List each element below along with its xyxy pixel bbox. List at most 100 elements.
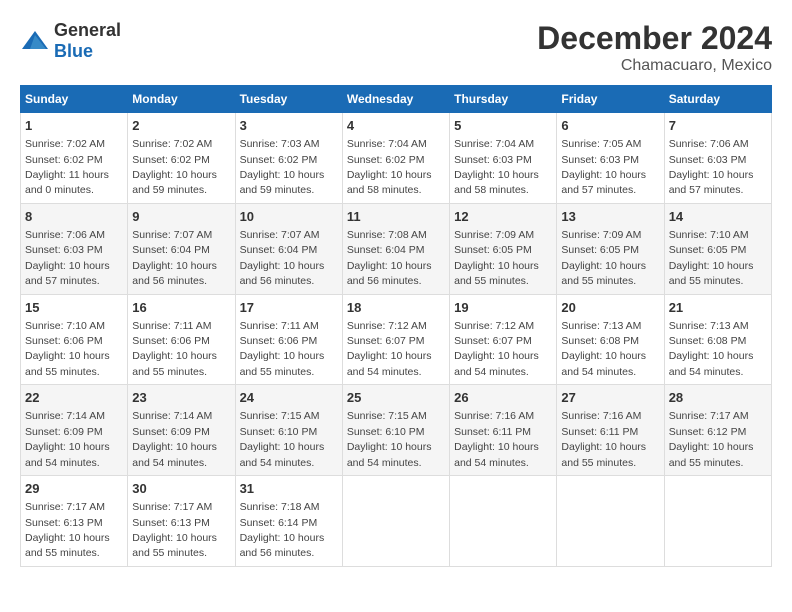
title-section: December 2024 Chamacuaro, Mexico [537, 20, 772, 75]
day-cell: 11Sunrise: 7:08 AM Sunset: 6:04 PM Dayli… [342, 203, 449, 294]
week-row-3: 15 Sunrise: 7:10 AM Sunset: 6:06 PM Dayli… [21, 294, 772, 385]
day-info: Sunrise: 7:15 AM Sunset: 6:10 PM Dayligh… [240, 410, 325, 468]
day-number: 20 [561, 299, 659, 317]
day-info: Sunrise: 7:10 AM Sunset: 6:06 PM Dayligh… [25, 320, 110, 378]
day-number: 3 [240, 117, 338, 135]
day-number: 15 [25, 299, 123, 317]
day-number: 12 [454, 208, 552, 226]
day-info: Sunrise: 7:18 AM Sunset: 6:14 PM Dayligh… [240, 501, 325, 559]
day-info: Sunrise: 7:03 AM Sunset: 6:02 PM Dayligh… [240, 138, 325, 196]
day-info: Sunrise: 7:17 AM Sunset: 6:13 PM Dayligh… [25, 501, 110, 559]
day-info: Sunrise: 7:12 AM Sunset: 6:07 PM Dayligh… [347, 320, 432, 378]
week-row-2: 8 Sunrise: 7:06 AM Sunset: 6:03 PM Daylig… [21, 203, 772, 294]
day-cell [557, 476, 664, 567]
day-number: 23 [132, 389, 230, 407]
calendar-title: December 2024 [537, 20, 772, 57]
day-number: 10 [240, 208, 338, 226]
calendar-header: SundayMondayTuesdayWednesdayThursdayFrid… [21, 86, 772, 113]
day-info: Sunrise: 7:05 AM Sunset: 6:03 PM Dayligh… [561, 138, 646, 196]
day-number: 25 [347, 389, 445, 407]
day-info: Sunrise: 7:06 AM Sunset: 6:03 PM Dayligh… [669, 138, 754, 196]
day-info: Sunrise: 7:13 AM Sunset: 6:08 PM Dayligh… [669, 320, 754, 378]
header-day-saturday: Saturday [664, 86, 771, 113]
day-cell: 22 Sunrise: 7:14 AM Sunset: 6:09 PM Dayli… [21, 385, 128, 476]
day-cell [664, 476, 771, 567]
day-number: 30 [132, 480, 230, 498]
header-day-wednesday: Wednesday [342, 86, 449, 113]
page-header: General Blue December 2024 Chamacuaro, M… [20, 20, 772, 75]
day-info: Sunrise: 7:10 AM Sunset: 6:05 PM Dayligh… [669, 229, 754, 287]
day-number: 8 [25, 208, 123, 226]
day-cell: 9Sunrise: 7:07 AM Sunset: 6:04 PM Daylig… [128, 203, 235, 294]
day-cell: 6 Sunrise: 7:05 AM Sunset: 6:03 PM Daylig… [557, 113, 664, 204]
week-row-1: 1 Sunrise: 7:02 AM Sunset: 6:02 PM Daylig… [21, 113, 772, 204]
day-info: Sunrise: 7:14 AM Sunset: 6:09 PM Dayligh… [132, 410, 217, 468]
day-info: Sunrise: 7:15 AM Sunset: 6:10 PM Dayligh… [347, 410, 432, 468]
day-info: Sunrise: 7:02 AM Sunset: 6:02 PM Dayligh… [25, 138, 109, 196]
week-row-5: 29 Sunrise: 7:17 AM Sunset: 6:13 PM Dayli… [21, 476, 772, 567]
day-cell: 26 Sunrise: 7:16 AM Sunset: 6:11 PM Dayli… [450, 385, 557, 476]
day-info: Sunrise: 7:02 AM Sunset: 6:02 PM Dayligh… [132, 138, 217, 196]
day-cell: 13 Sunrise: 7:09 AM Sunset: 6:05 PM Dayli… [557, 203, 664, 294]
day-info: Sunrise: 7:04 AM Sunset: 6:03 PM Dayligh… [454, 138, 539, 196]
day-cell: 30 Sunrise: 7:17 AM Sunset: 6:13 PM Dayli… [128, 476, 235, 567]
day-info: Sunrise: 7:16 AM Sunset: 6:11 PM Dayligh… [454, 410, 539, 468]
day-number: 17 [240, 299, 338, 317]
day-number: 6 [561, 117, 659, 135]
logo-general: General [54, 20, 121, 40]
day-cell: 12 Sunrise: 7:09 AM Sunset: 6:05 PM Dayli… [450, 203, 557, 294]
day-cell: 31 Sunrise: 7:18 AM Sunset: 6:14 PM Dayli… [235, 476, 342, 567]
logo: General Blue [20, 20, 121, 62]
day-number: 11 [347, 208, 445, 226]
calendar-body: 1 Sunrise: 7:02 AM Sunset: 6:02 PM Daylig… [21, 113, 772, 567]
day-info: Sunrise: 7:17 AM Sunset: 6:12 PM Dayligh… [669, 410, 754, 468]
day-cell: 17 Sunrise: 7:11 AM Sunset: 6:06 PM Dayli… [235, 294, 342, 385]
day-info: Sunrise: 7:09 AM Sunset: 6:05 PM Dayligh… [561, 229, 646, 287]
header-day-sunday: Sunday [21, 86, 128, 113]
day-info: Sunrise: 7:11 AM Sunset: 6:06 PM Dayligh… [240, 320, 325, 378]
day-number: 21 [669, 299, 767, 317]
day-number: 4 [347, 117, 445, 135]
day-info: Sunrise: 7:07 AM Sunset: 6:04 PM Dayligh… [240, 229, 325, 287]
day-info: Sunrise: 7:09 AM Sunset: 6:05 PM Dayligh… [454, 229, 539, 287]
day-cell: 24 Sunrise: 7:15 AM Sunset: 6:10 PM Dayli… [235, 385, 342, 476]
day-cell: 10 Sunrise: 7:07 AM Sunset: 6:04 PM Dayli… [235, 203, 342, 294]
day-cell: 1 Sunrise: 7:02 AM Sunset: 6:02 PM Daylig… [21, 113, 128, 204]
day-cell: 14 Sunrise: 7:10 AM Sunset: 6:05 PM Dayli… [664, 203, 771, 294]
day-info: Sunrise: 7:06 AM Sunset: 6:03 PM Dayligh… [25, 229, 110, 287]
day-cell: 19Sunrise: 7:12 AM Sunset: 6:07 PM Dayli… [450, 294, 557, 385]
header-day-tuesday: Tuesday [235, 86, 342, 113]
day-info: Sunrise: 7:14 AM Sunset: 6:09 PM Dayligh… [25, 410, 110, 468]
day-number: 9 [132, 208, 230, 226]
day-number: 29 [25, 480, 123, 498]
day-cell: 5Sunrise: 7:04 AM Sunset: 6:03 PM Daylig… [450, 113, 557, 204]
day-cell: 16Sunrise: 7:11 AM Sunset: 6:06 PM Dayli… [128, 294, 235, 385]
day-number: 24 [240, 389, 338, 407]
day-number: 19 [454, 299, 552, 317]
day-info: Sunrise: 7:16 AM Sunset: 6:11 PM Dayligh… [561, 410, 646, 468]
day-cell: 25 Sunrise: 7:15 AM Sunset: 6:10 PM Dayli… [342, 385, 449, 476]
header-day-friday: Friday [557, 86, 664, 113]
day-cell: 7 Sunrise: 7:06 AM Sunset: 6:03 PM Daylig… [664, 113, 771, 204]
day-number: 1 [25, 117, 123, 135]
day-number: 7 [669, 117, 767, 135]
day-cell [342, 476, 449, 567]
day-cell: 27 Sunrise: 7:16 AM Sunset: 6:11 PM Dayli… [557, 385, 664, 476]
day-cell: 4Sunrise: 7:04 AM Sunset: 6:02 PM Daylig… [342, 113, 449, 204]
calendar-table: SundayMondayTuesdayWednesdayThursdayFrid… [20, 85, 772, 567]
day-cell: 8 Sunrise: 7:06 AM Sunset: 6:03 PM Daylig… [21, 203, 128, 294]
day-number: 31 [240, 480, 338, 498]
day-number: 27 [561, 389, 659, 407]
day-number: 22 [25, 389, 123, 407]
day-cell: 15 Sunrise: 7:10 AM Sunset: 6:06 PM Dayli… [21, 294, 128, 385]
day-cell [450, 476, 557, 567]
day-number: 26 [454, 389, 552, 407]
logo-blue: Blue [54, 41, 93, 61]
day-info: Sunrise: 7:17 AM Sunset: 6:13 PM Dayligh… [132, 501, 217, 559]
day-cell: 21 Sunrise: 7:13 AM Sunset: 6:08 PM Dayli… [664, 294, 771, 385]
day-cell: 2Sunrise: 7:02 AM Sunset: 6:02 PM Daylig… [128, 113, 235, 204]
day-number: 13 [561, 208, 659, 226]
day-number: 14 [669, 208, 767, 226]
day-number: 16 [132, 299, 230, 317]
day-number: 18 [347, 299, 445, 317]
